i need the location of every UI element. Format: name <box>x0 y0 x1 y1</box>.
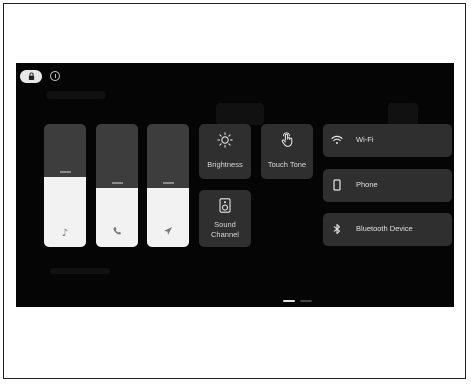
info-icon[interactable] <box>50 71 60 81</box>
slider-knob[interactable] <box>112 182 123 184</box>
background-app-hint <box>50 268 110 274</box>
media-volume-slider[interactable]: ♪ <box>44 124 86 247</box>
phone-row[interactable]: Phone <box>323 169 452 202</box>
page-indicator-active[interactable] <box>283 300 295 302</box>
control-center-screen: ♪ Brightness Touch Tone Sound Channel Wi… <box>16 63 454 307</box>
sun-icon <box>217 132 233 148</box>
call-volume-slider[interactable] <box>96 124 138 247</box>
brightness-label: Brightness <box>207 160 243 169</box>
brightness-tile[interactable]: Brightness <box>199 124 251 179</box>
sound-channel-tile[interactable]: Sound Channel <box>199 190 251 247</box>
status-bar <box>20 69 60 83</box>
navigation-volume-slider[interactable] <box>147 124 189 247</box>
speaker-icon <box>219 198 231 213</box>
touch-tone-label: Touch Tone <box>267 160 307 169</box>
touch-hand-icon <box>281 132 293 147</box>
bluetooth-label: Bluetooth Device <box>356 224 413 233</box>
sound-channel-label: Sound Channel <box>211 220 239 239</box>
background-app-hint <box>46 91 106 99</box>
background-app-hint <box>216 103 264 125</box>
phone-handset-icon <box>96 226 138 239</box>
page-indicator-inactive[interactable] <box>300 300 312 302</box>
slider-knob[interactable] <box>60 171 71 173</box>
phone-label: Phone <box>356 180 378 189</box>
wifi-row[interactable]: Wi-Fi <box>323 124 452 157</box>
wifi-label: Wi-Fi <box>356 135 374 144</box>
phone-device-icon <box>333 179 341 191</box>
bluetooth-row[interactable]: Bluetooth Device <box>323 213 452 246</box>
navigation-arrow-icon <box>147 226 189 239</box>
bluetooth-icon <box>333 223 341 235</box>
slider-knob[interactable] <box>163 182 174 184</box>
wifi-icon <box>331 135 343 144</box>
touch-tone-tile[interactable]: Touch Tone <box>261 124 313 179</box>
music-note-icon: ♪ <box>61 228 69 239</box>
lock-icon[interactable] <box>20 69 42 83</box>
